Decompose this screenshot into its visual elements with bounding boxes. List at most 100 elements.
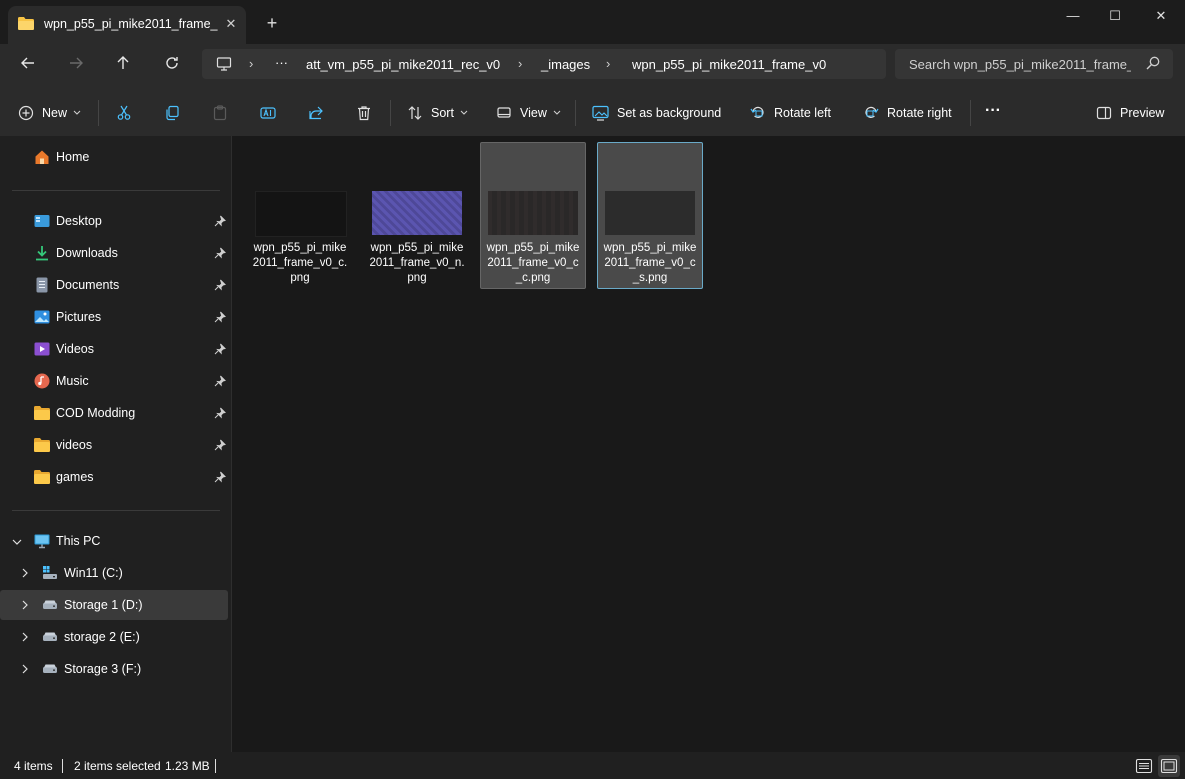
chevron-down-icon [460, 110, 468, 115]
sidebar-item-desktop[interactable]: Desktop [0, 206, 228, 236]
new-tab-button[interactable]: + [262, 14, 282, 34]
rotate-left-button[interactable]: Rotate left [750, 102, 831, 124]
sidebar-item-downloads[interactable]: Downloads [0, 238, 228, 268]
pin-icon [214, 311, 226, 323]
close-window-button[interactable]: ✕ [1138, 0, 1184, 32]
sidebar-item-label: Storage 3 (F:) [64, 662, 142, 676]
image-thumbnail [372, 191, 462, 235]
new-label: New [42, 106, 68, 120]
preview-button[interactable]: Preview [1096, 102, 1164, 124]
sidebar-divider [12, 510, 220, 511]
up-arrow-icon [117, 56, 129, 69]
sidebar-item-cod-modding[interactable]: COD Modding [0, 398, 228, 428]
copy-button[interactable] [164, 102, 188, 124]
set-as-background-label: Set as background [617, 106, 722, 120]
delete-button[interactable] [356, 102, 380, 124]
chevron-right-icon[interactable] [20, 663, 30, 675]
rename-button[interactable] [260, 102, 284, 124]
file-list: wpn_p55_pi_mike2011_frame_v0_c.png wpn_p… [232, 136, 1185, 752]
chevron-down-icon [73, 110, 81, 115]
chevron-down-icon[interactable] [12, 536, 22, 548]
videos-icon [34, 342, 50, 356]
pin-icon [214, 279, 226, 291]
tab-close-icon[interactable]: ✕ [222, 15, 240, 33]
sidebar-item-documents[interactable]: Documents [0, 270, 228, 300]
pin-icon [214, 343, 226, 355]
sidebar-item-drive-d[interactable]: Storage 1 (D:) [0, 590, 228, 620]
sidebar-item-home[interactable]: Home [0, 142, 228, 172]
search-placeholder: Search wpn_p55_pi_mike2011_frame_v0 [909, 57, 1131, 72]
up-button[interactable] [107, 47, 139, 79]
share-button[interactable] [308, 102, 332, 124]
drive-icon [43, 600, 57, 609]
paste-button[interactable] [212, 102, 236, 124]
sidebar-item-videos-folder[interactable]: videos [0, 430, 228, 460]
sidebar-item-label: games [56, 470, 94, 484]
address-bar[interactable]: › ··· att_vm_p55_pi_mike2011_rec_v0 › _i… [202, 49, 886, 79]
trash-icon [358, 106, 370, 121]
toolbar-divider [390, 100, 391, 126]
this-pc-icon [34, 534, 50, 549]
maximize-button[interactable]: ☐ [1092, 0, 1138, 32]
wallpaper-icon [592, 105, 609, 121]
file-tile-selected[interactable]: wpn_p55_pi_mike2011_frame_v0_c_c.png [480, 142, 586, 289]
sidebar-item-drive-f[interactable]: Storage 3 (F:) [0, 654, 228, 684]
command-bar: New Sort View Set as background Rotate l… [0, 90, 1185, 137]
this-pc-icon [216, 57, 232, 71]
sidebar-item-label: videos [56, 438, 93, 452]
more-options-button[interactable]: ··· [985, 100, 1001, 122]
downloads-icon [36, 246, 48, 261]
selection-size: 1.23 MB [165, 759, 210, 773]
sidebar-item-videos[interactable]: Videos [0, 334, 228, 364]
file-tile-focused[interactable]: wpn_p55_pi_mike2011_frame_v0_c_s.png [597, 142, 703, 289]
chevron-right-icon[interactable] [20, 599, 30, 611]
copy-icon [166, 105, 179, 121]
set-as-background-button[interactable]: Set as background [592, 102, 721, 124]
forward-button[interactable] [60, 47, 92, 79]
rotate-right-button[interactable]: Rotate right [863, 102, 952, 124]
music-icon [34, 373, 50, 389]
pin-icon [214, 439, 226, 451]
breadcrumb-separator: › [518, 56, 523, 71]
back-button[interactable] [12, 47, 44, 79]
file-tile[interactable]: wpn_p55_pi_mike2011_frame_v0_c.png [247, 142, 353, 289]
view-button[interactable]: View [496, 102, 561, 124]
chevron-right-icon[interactable] [20, 631, 30, 643]
sort-icon [408, 106, 422, 120]
sidebar-item-label: COD Modding [56, 406, 136, 420]
file-tile[interactable]: wpn_p55_pi_mike2011_frame_v0_n.png [364, 142, 470, 289]
sort-button[interactable]: Sort [407, 102, 468, 124]
preview-label: Preview [1120, 106, 1165, 120]
tiles-view-button[interactable] [1158, 755, 1180, 777]
search-input[interactable]: Search wpn_p55_pi_mike2011_frame_v0 [895, 49, 1173, 79]
paste-icon [213, 105, 227, 121]
scissors-icon [117, 105, 131, 120]
cut-button[interactable] [116, 102, 140, 124]
refresh-button[interactable] [156, 47, 188, 79]
back-arrow-icon [21, 57, 34, 69]
sidebar-item-this-pc[interactable]: This PC [0, 526, 228, 556]
breadcrumb-item[interactable]: att_vm_p55_pi_mike2011_rec_v0 [306, 57, 500, 72]
tab-active[interactable]: wpn_p55_pi_mike2011_frame_ ✕ [8, 6, 246, 44]
sidebar-item-pictures[interactable]: Pictures [0, 302, 228, 332]
sidebar-item-drive-e[interactable]: storage 2 (E:) [0, 622, 228, 652]
sidebar-item-music[interactable]: Music [0, 366, 228, 396]
breadcrumb-item[interactable]: wpn_p55_pi_mike2011_frame_v0 [632, 57, 826, 72]
folder-icon [34, 406, 50, 420]
share-icon [309, 106, 323, 120]
minimize-button[interactable]: — [1050, 0, 1096, 32]
tab-title: wpn_p55_pi_mike2011_frame_ [44, 17, 218, 31]
sidebar-item-games[interactable]: games [0, 462, 228, 492]
title-bar: wpn_p55_pi_mike2011_frame_ ✕ + — ☐ ✕ [0, 0, 1185, 44]
new-button[interactable]: New [18, 102, 81, 124]
sidebar-item-drive-c[interactable]: Win11 (C:) [0, 558, 228, 588]
chevron-right-icon[interactable] [20, 567, 30, 579]
status-bar: 4 items 2 items selected 1.23 MB [0, 752, 1185, 779]
image-thumbnail [605, 191, 695, 235]
breadcrumb-item[interactable]: _images [541, 57, 590, 72]
details-view-icon[interactable] [1135, 757, 1153, 775]
file-name: wpn_p55_pi_mike2011_frame_v0_c_c.png [486, 242, 580, 284]
breadcrumb-overflow[interactable]: ··· [275, 55, 288, 70]
selection-count: 2 items selected [74, 759, 161, 773]
chevron-down-icon [553, 110, 561, 115]
